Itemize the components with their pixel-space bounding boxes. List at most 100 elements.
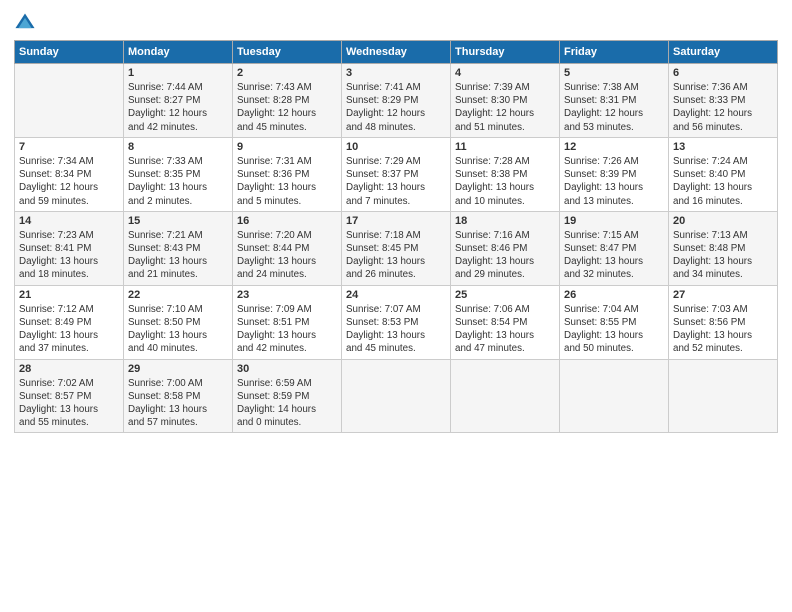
day-number: 12 bbox=[564, 141, 664, 153]
day-info: Sunrise: 7:13 AM Sunset: 8:48 PM Dayligh… bbox=[673, 229, 773, 282]
day-cell: 26 Sunrise: 7:04 AM Sunset: 8:55 PM Dayli… bbox=[560, 285, 669, 359]
col-header-saturday: Saturday bbox=[669, 41, 778, 64]
day-info: Sunrise: 7:29 AM Sunset: 8:37 PM Dayligh… bbox=[346, 155, 446, 208]
day-cell: 27Sunrise: 7:03 AM Sunset: 8:56 PM Dayli… bbox=[669, 285, 778, 359]
calendar-table: SundayMondayTuesdayWednesdayThursdayFrid… bbox=[14, 40, 778, 433]
page-container: SundayMondayTuesdayWednesdayThursdayFrid… bbox=[0, 0, 792, 441]
day-number: 8 bbox=[128, 141, 228, 153]
day-info: Sunrise: 7:41 AM Sunset: 8:29 PM Dayligh… bbox=[346, 81, 446, 134]
day-number: 6 bbox=[673, 67, 773, 79]
week-row-4: 21 Sunrise: 7:12 AM Sunset: 8:49 PM Dayli… bbox=[15, 285, 778, 359]
logo bbox=[14, 12, 40, 34]
col-header-sunday: Sunday bbox=[15, 41, 124, 64]
day-info: Sunrise: 7:06 AM Sunset: 8:54 PM Dayligh… bbox=[455, 303, 555, 356]
day-info: Sunrise: 7:36 AM Sunset: 8:33 PM Dayligh… bbox=[673, 81, 773, 134]
day-cell: 10Sunrise: 7:29 AM Sunset: 8:37 PM Dayli… bbox=[342, 137, 451, 211]
week-row-2: 7 Sunrise: 7:34 AM Sunset: 8:34 PM Daylig… bbox=[15, 137, 778, 211]
day-number: 11 bbox=[455, 141, 555, 153]
col-header-wednesday: Wednesday bbox=[342, 41, 451, 64]
day-info: Sunrise: 7:15 AM Sunset: 8:47 PM Dayligh… bbox=[564, 229, 664, 282]
day-cell: 12 Sunrise: 7:26 AM Sunset: 8:39 PM Dayli… bbox=[560, 137, 669, 211]
day-number: 28 bbox=[19, 363, 119, 375]
day-cell: 3 Sunrise: 7:41 AM Sunset: 8:29 PM Daylig… bbox=[342, 64, 451, 138]
day-cell: 23 Sunrise: 7:09 AM Sunset: 8:51 PM Dayli… bbox=[233, 285, 342, 359]
col-header-thursday: Thursday bbox=[451, 41, 560, 64]
day-cell: 22 Sunrise: 7:10 AM Sunset: 8:50 PM Dayli… bbox=[124, 285, 233, 359]
day-number: 24 bbox=[346, 289, 446, 301]
day-number: 18 bbox=[455, 215, 555, 227]
day-info: Sunrise: 7:10 AM Sunset: 8:50 PM Dayligh… bbox=[128, 303, 228, 356]
day-number: 7 bbox=[19, 141, 119, 153]
day-cell: 18Sunrise: 7:16 AM Sunset: 8:46 PM Dayli… bbox=[451, 211, 560, 285]
day-number: 20 bbox=[673, 215, 773, 227]
day-number: 17 bbox=[346, 215, 446, 227]
week-row-5: 28 Sunrise: 7:02 AM Sunset: 8:57 PM Dayli… bbox=[15, 359, 778, 433]
day-number: 19 bbox=[564, 215, 664, 227]
day-number: 21 bbox=[19, 289, 119, 301]
day-cell: 16 Sunrise: 7:20 AM Sunset: 8:44 PM Dayli… bbox=[233, 211, 342, 285]
day-cell: 9 Sunrise: 7:31 AM Sunset: 8:36 PM Daylig… bbox=[233, 137, 342, 211]
day-number: 30 bbox=[237, 363, 337, 375]
day-cell: 1 Sunrise: 7:44 AM Sunset: 8:27 PM Daylig… bbox=[124, 64, 233, 138]
day-number: 4 bbox=[455, 67, 555, 79]
day-info: Sunrise: 7:02 AM Sunset: 8:57 PM Dayligh… bbox=[19, 377, 119, 430]
day-info: Sunrise: 7:12 AM Sunset: 8:49 PM Dayligh… bbox=[19, 303, 119, 356]
day-number: 9 bbox=[237, 141, 337, 153]
day-cell: 13 Sunrise: 7:24 AM Sunset: 8:40 PM Dayli… bbox=[669, 137, 778, 211]
day-cell bbox=[342, 359, 451, 433]
day-cell: 30 Sunrise: 6:59 AM Sunset: 8:59 PM Dayli… bbox=[233, 359, 342, 433]
day-info: Sunrise: 6:59 AM Sunset: 8:59 PM Dayligh… bbox=[237, 377, 337, 430]
day-number: 22 bbox=[128, 289, 228, 301]
day-info: Sunrise: 7:23 AM Sunset: 8:41 PM Dayligh… bbox=[19, 229, 119, 282]
header-row: SundayMondayTuesdayWednesdayThursdayFrid… bbox=[15, 41, 778, 64]
day-cell bbox=[15, 64, 124, 138]
day-number: 25 bbox=[455, 289, 555, 301]
day-info: Sunrise: 7:24 AM Sunset: 8:40 PM Dayligh… bbox=[673, 155, 773, 208]
day-info: Sunrise: 7:04 AM Sunset: 8:55 PM Dayligh… bbox=[564, 303, 664, 356]
day-cell: 21 Sunrise: 7:12 AM Sunset: 8:49 PM Dayli… bbox=[15, 285, 124, 359]
day-number: 27 bbox=[673, 289, 773, 301]
day-info: Sunrise: 7:07 AM Sunset: 8:53 PM Dayligh… bbox=[346, 303, 446, 356]
day-cell: 14 Sunrise: 7:23 AM Sunset: 8:41 PM Dayli… bbox=[15, 211, 124, 285]
col-header-friday: Friday bbox=[560, 41, 669, 64]
day-cell: 2 Sunrise: 7:43 AM Sunset: 8:28 PM Daylig… bbox=[233, 64, 342, 138]
day-number: 16 bbox=[237, 215, 337, 227]
day-number: 2 bbox=[237, 67, 337, 79]
day-number: 14 bbox=[19, 215, 119, 227]
day-info: Sunrise: 7:26 AM Sunset: 8:39 PM Dayligh… bbox=[564, 155, 664, 208]
day-info: Sunrise: 7:00 AM Sunset: 8:58 PM Dayligh… bbox=[128, 377, 228, 430]
day-number: 29 bbox=[128, 363, 228, 375]
day-cell: 5Sunrise: 7:38 AM Sunset: 8:31 PM Daylig… bbox=[560, 64, 669, 138]
day-number: 13 bbox=[673, 141, 773, 153]
day-number: 1 bbox=[128, 67, 228, 79]
day-info: Sunrise: 7:09 AM Sunset: 8:51 PM Dayligh… bbox=[237, 303, 337, 356]
week-row-3: 14 Sunrise: 7:23 AM Sunset: 8:41 PM Dayli… bbox=[15, 211, 778, 285]
day-info: Sunrise: 7:31 AM Sunset: 8:36 PM Dayligh… bbox=[237, 155, 337, 208]
day-info: Sunrise: 7:33 AM Sunset: 8:35 PM Dayligh… bbox=[128, 155, 228, 208]
day-cell: 20 Sunrise: 7:13 AM Sunset: 8:48 PM Dayli… bbox=[669, 211, 778, 285]
day-cell bbox=[451, 359, 560, 433]
day-cell: 11 Sunrise: 7:28 AM Sunset: 8:38 PM Dayli… bbox=[451, 137, 560, 211]
day-info: Sunrise: 7:44 AM Sunset: 8:27 PM Dayligh… bbox=[128, 81, 228, 134]
day-cell: 6 Sunrise: 7:36 AM Sunset: 8:33 PM Daylig… bbox=[669, 64, 778, 138]
header bbox=[14, 12, 778, 34]
day-number: 3 bbox=[346, 67, 446, 79]
day-cell: 28 Sunrise: 7:02 AM Sunset: 8:57 PM Dayli… bbox=[15, 359, 124, 433]
day-cell bbox=[669, 359, 778, 433]
day-cell: 19 Sunrise: 7:15 AM Sunset: 8:47 PM Dayli… bbox=[560, 211, 669, 285]
day-number: 23 bbox=[237, 289, 337, 301]
day-cell bbox=[560, 359, 669, 433]
day-info: Sunrise: 7:43 AM Sunset: 8:28 PM Dayligh… bbox=[237, 81, 337, 134]
col-header-monday: Monday bbox=[124, 41, 233, 64]
day-number: 15 bbox=[128, 215, 228, 227]
day-cell: 4 Sunrise: 7:39 AM Sunset: 8:30 PM Daylig… bbox=[451, 64, 560, 138]
day-info: Sunrise: 7:20 AM Sunset: 8:44 PM Dayligh… bbox=[237, 229, 337, 282]
day-info: Sunrise: 7:18 AM Sunset: 8:45 PM Dayligh… bbox=[346, 229, 446, 282]
day-cell: 8 Sunrise: 7:33 AM Sunset: 8:35 PM Daylig… bbox=[124, 137, 233, 211]
day-cell: 15Sunrise: 7:21 AM Sunset: 8:43 PM Dayli… bbox=[124, 211, 233, 285]
day-info: Sunrise: 7:34 AM Sunset: 8:34 PM Dayligh… bbox=[19, 155, 119, 208]
day-number: 26 bbox=[564, 289, 664, 301]
col-header-tuesday: Tuesday bbox=[233, 41, 342, 64]
day-info: Sunrise: 7:39 AM Sunset: 8:30 PM Dayligh… bbox=[455, 81, 555, 134]
day-info: Sunrise: 7:28 AM Sunset: 8:38 PM Dayligh… bbox=[455, 155, 555, 208]
